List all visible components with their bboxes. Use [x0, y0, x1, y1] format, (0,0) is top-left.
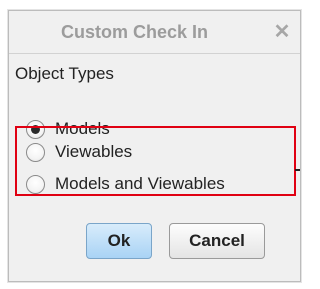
radio-button-models-and-viewables[interactable] [26, 174, 45, 194]
object-types-label: Object Types [15, 64, 114, 83]
radio-button-viewables[interactable] [26, 142, 45, 162]
radio-label-viewables: Viewables [55, 142, 133, 161]
radio-option-viewables[interactable]: Viewables [26, 137, 132, 167]
radio-label-models-and-viewables: Models and Viewables [55, 174, 225, 193]
dialog-titlebar: Custom Check In ✕ [9, 11, 300, 54]
radio-button-models[interactable] [26, 119, 45, 139]
dialog-title: Custom Check In [60, 22, 209, 42]
radio-option-models-and-viewables[interactable]: Models and Viewables [26, 169, 225, 199]
close-icon[interactable]: ✕ [268, 17, 296, 45]
radio-label-models: Models [55, 119, 110, 138]
ok-button[interactable]: Ok [86, 223, 152, 259]
cancel-button[interactable]: Cancel [169, 223, 265, 259]
